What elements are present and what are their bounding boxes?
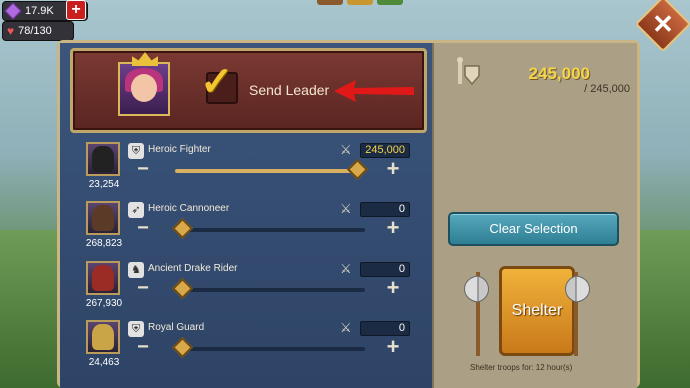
troop-owned: 23,254 [88,179,120,190]
troop-name: Heroic Cannoneer [148,203,230,214]
troop-name: Heroic Fighter [148,144,211,155]
troop-owned: 268,823 [85,238,123,249]
stamina-amount: 78/130 [18,25,52,37]
close-icon: ✕ [652,9,674,39]
buy-gems-button[interactable]: + [66,0,86,20]
troop-name: Royal Guard [148,322,205,333]
troop-quantity-field[interactable]: 0 [360,202,410,217]
horse-icon: ♞ [128,262,144,278]
royal-guard-icon [92,324,114,350]
troop-owned: 24,463 [88,357,120,368]
heart-icon: ♥ [7,24,15,38]
clear-selection-button[interactable]: Clear Selection [448,212,619,246]
troop-name: Ancient Drake Rider [148,263,238,274]
capacity-max: / 245,000 [584,83,630,95]
troop-quantity-field[interactable]: 0 [360,321,410,336]
gem-amount: 17.9K [25,5,54,17]
slider-handle[interactable] [171,217,194,240]
troop-quantity-field[interactable]: 245,000 [360,143,410,158]
shelter-duration-note: Shelter troops for: 12 hour(s) [470,363,573,372]
troop-quantity-field[interactable]: 0 [360,262,410,277]
troop-row: 24,463 ⛨ Royal Guard ⚔ 0 − + [80,320,425,378]
ancient-drake-rider-icon [92,265,114,291]
sword-icon: ⚔ [340,201,352,216]
sword-icon: ⚔ [340,142,352,157]
decrease-button[interactable]: − [135,337,151,357]
sword-icon: ⚔ [340,320,352,335]
axe-icon [565,272,590,356]
top-tab-3[interactable] [377,0,403,5]
increase-button[interactable]: + [385,336,401,358]
decrease-button[interactable]: − [135,218,151,238]
increase-button[interactable]: + [385,217,401,239]
slider-handle[interactable] [171,336,194,359]
troop-row: 267,930 ♞ Ancient Drake Rider ⚔ 0 − + [80,261,425,319]
troop-slider[interactable] [171,217,365,240]
troop-row: 268,823 ➶ Heroic Cannoneer ⚔ 0 − + [80,201,425,259]
sword-icon: ⚔ [340,261,352,276]
slider-fill [175,169,365,173]
heroic-fighter-icon [92,146,114,172]
increase-button[interactable]: + [385,277,401,299]
top-tab-1[interactable] [317,0,343,5]
top-tab-2[interactable] [347,0,373,5]
red-arrow-icon [334,80,414,102]
increase-button[interactable]: + [385,158,401,180]
top-tabs [317,0,403,5]
troop-row: 23,254 ⛨ Heroic Fighter ⚔ 245,000 − + [80,142,425,200]
troop-slider[interactable] [171,336,365,359]
march-capacity-icon [457,57,480,86]
slider-handle[interactable] [346,158,369,181]
axe-icon [464,272,489,356]
troop-slider[interactable] [175,158,369,181]
leader-face [131,74,157,102]
troop-slider[interactable] [171,277,365,300]
heroic-cannoneer-icon [92,205,114,231]
gem-icon [4,2,22,20]
slider-handle[interactable] [171,277,194,300]
stamina-counter: ♥ 78/130 [2,21,74,41]
capacity-current: 245,000 [528,64,590,83]
troop-owned: 267,930 [85,298,123,309]
shield-icon: ⛨ [128,321,144,337]
checkmark-icon: ✓ [200,60,234,104]
shield-icon: ⛨ [128,143,144,159]
bow-icon: ➶ [128,202,144,218]
send-leader-label: Send Leader [249,82,330,98]
decrease-button[interactable]: − [135,159,151,179]
decrease-button[interactable]: − [135,278,151,298]
